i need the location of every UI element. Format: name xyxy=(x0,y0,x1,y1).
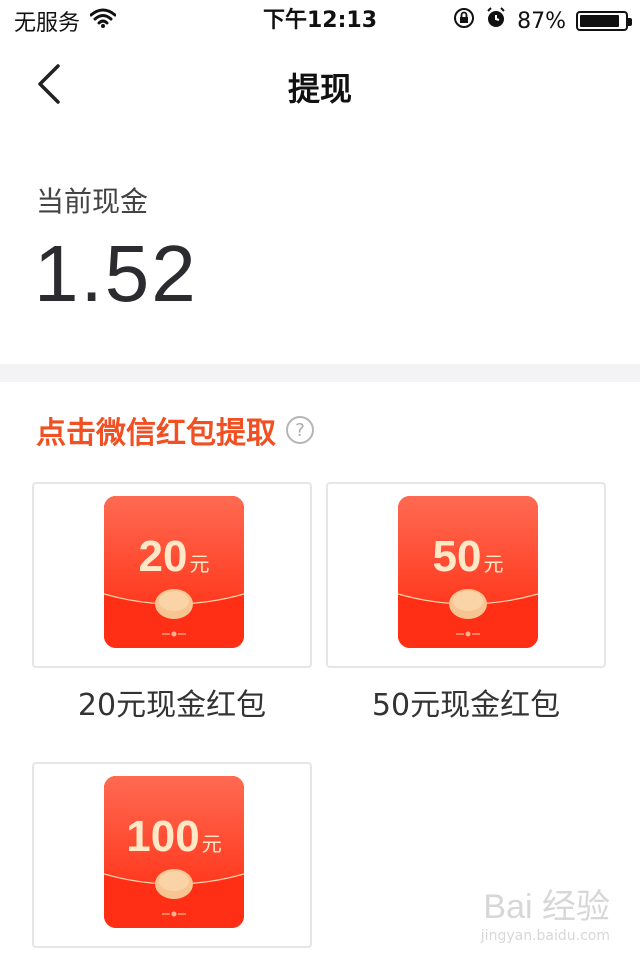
baidu-watermark: Bai 经验 jingyan.baidu.com xyxy=(481,879,610,944)
section-title: 点击微信红包提取 xyxy=(36,416,276,451)
red-packet-card-50[interactable]: 50 元 xyxy=(326,482,606,668)
packet-amount-value: 50 xyxy=(432,532,482,581)
packet-amount-value: 100 xyxy=(126,812,200,861)
packet-amount-value: 20 xyxy=(138,532,188,581)
packet-amount: 50 元 xyxy=(398,532,538,582)
section-header: 点击微信红包提取 ? xyxy=(36,408,314,452)
red-packet-card-100[interactable]: 100 元 xyxy=(32,762,312,948)
packet-amount-unit: 元 xyxy=(201,834,222,856)
battery-icon xyxy=(576,11,632,31)
watermark-main: Bai 经验 xyxy=(483,888,610,926)
packet-amount: 100 元 xyxy=(104,812,244,862)
balance-label: 当前现金 xyxy=(36,185,149,218)
status-right: 87% xyxy=(453,6,632,36)
status-bar: 无服务 下午12:13 87% xyxy=(0,0,640,42)
red-packet-image: 20 元 xyxy=(104,496,244,648)
packet-amount-unit: 元 xyxy=(483,554,504,576)
red-packet-image: 100 元 xyxy=(104,776,244,928)
question-circle-icon[interactable]: ? xyxy=(286,416,314,444)
alarm-icon xyxy=(485,7,507,35)
red-packet-label-20[interactable]: 20元现金红包 xyxy=(32,680,312,724)
section-divider xyxy=(0,364,640,382)
page-title: 提现 xyxy=(287,70,352,108)
nav-bar: 提现 xyxy=(0,42,640,130)
red-packet-label-50[interactable]: 50元现金红包 xyxy=(326,680,606,724)
packet-amount-unit: 元 xyxy=(189,554,210,576)
carrier-text: 无服务 xyxy=(14,11,81,36)
red-packet-image: 50 元 xyxy=(398,496,538,648)
watermark-sub: jingyan.baidu.com xyxy=(480,928,610,944)
balance-value: 1.52 xyxy=(34,229,198,318)
rotation-lock-icon xyxy=(453,7,475,35)
wifi-icon xyxy=(89,8,117,34)
packet-amount: 20 元 xyxy=(104,532,244,582)
status-left: 无服务 xyxy=(14,6,117,36)
red-packet-card-20[interactable]: 20 元 xyxy=(32,482,312,668)
battery-percent: 87% xyxy=(517,8,566,34)
